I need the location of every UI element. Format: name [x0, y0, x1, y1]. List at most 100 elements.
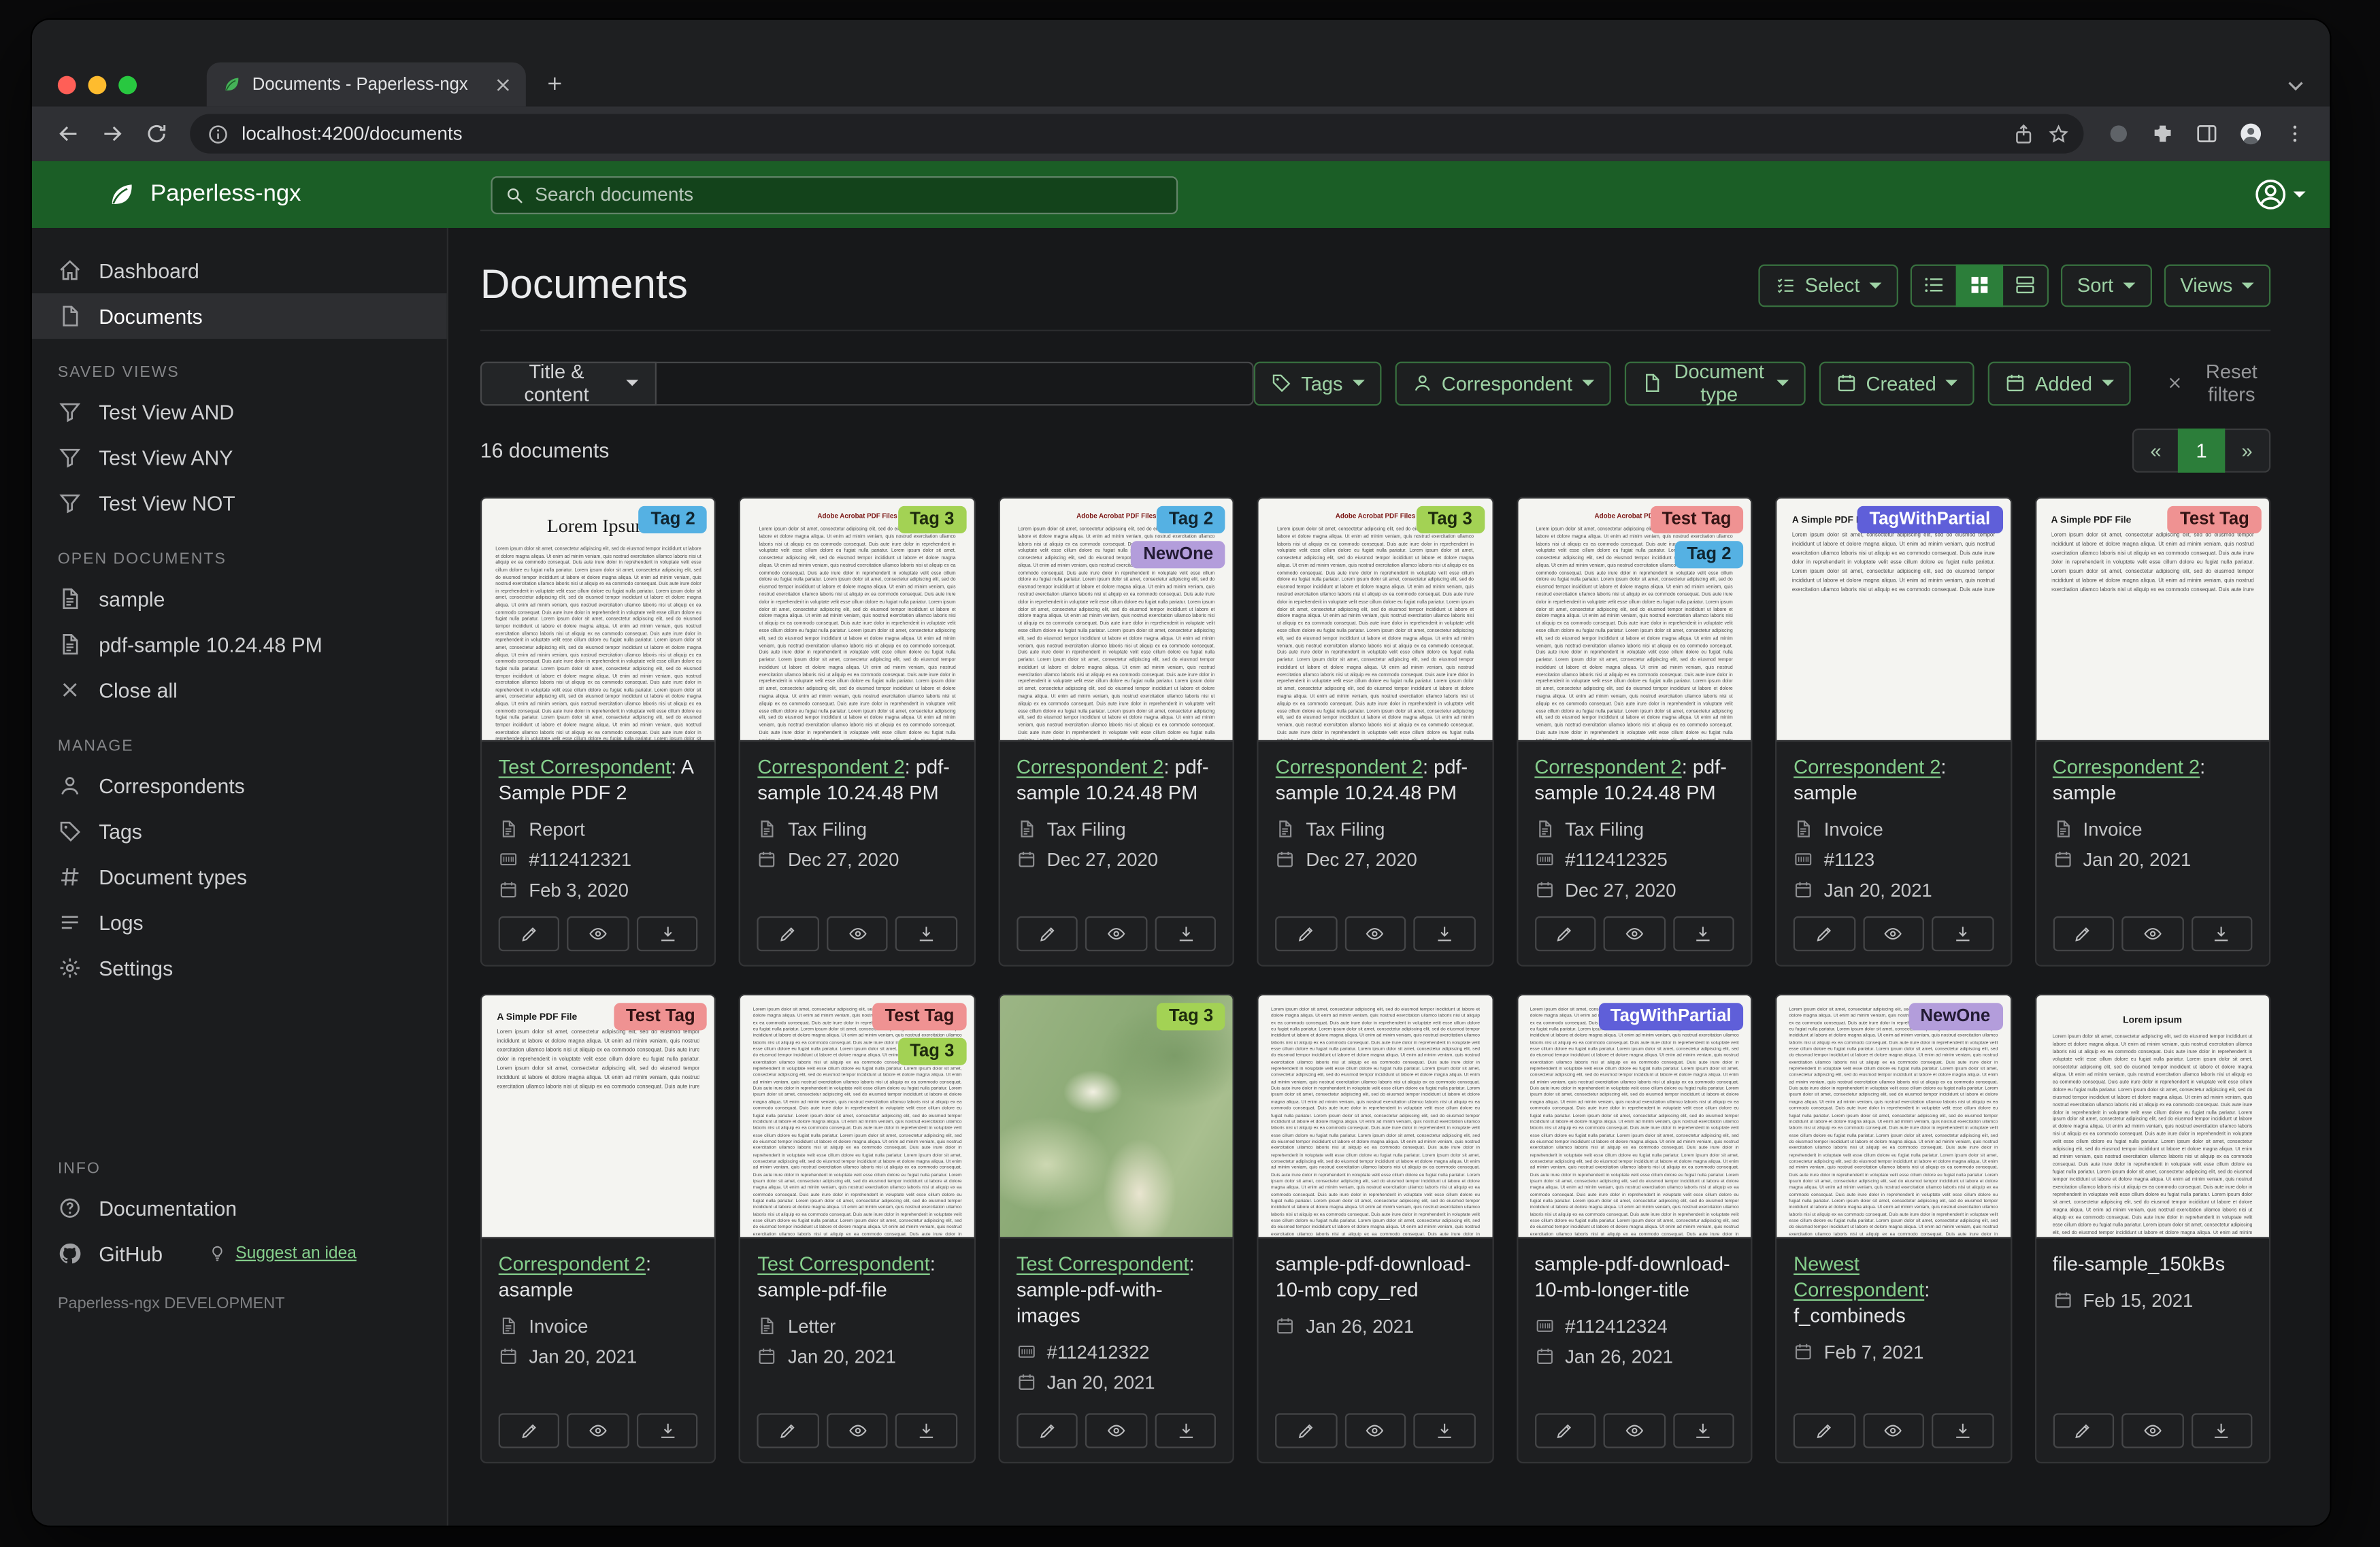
sort-button[interactable]: Sort	[2060, 264, 2151, 307]
preview-button[interactable]	[1344, 1413, 1406, 1448]
back-button[interactable]	[48, 115, 86, 153]
edit-button[interactable]	[1794, 1413, 1855, 1448]
preview-button[interactable]	[1604, 1413, 1665, 1448]
document-card[interactable]: Test TagTag 2 Adobe Acrobat PDF Files Lo…	[1517, 497, 1753, 966]
preview-button[interactable]	[1863, 1413, 1924, 1448]
correspondent-link[interactable]: Test Correspondent	[499, 755, 671, 778]
sidebar-item-documentation[interactable]: Documentation	[32, 1185, 447, 1231]
edit-button[interactable]	[499, 916, 560, 951]
search-input[interactable]	[535, 184, 1164, 205]
download-button[interactable]	[637, 916, 698, 951]
sidebar-item-saved-view-not[interactable]: Test View NOT	[32, 480, 447, 526]
document-card[interactable]: Tag 3 Adobe Acrobat PDF Files Lorem ipsu…	[740, 497, 976, 966]
preview-button[interactable]	[1863, 916, 1924, 951]
preview-button[interactable]	[827, 916, 888, 951]
download-button[interactable]	[895, 916, 957, 951]
browser-tab[interactable]: Documents - Paperless-ngx	[207, 63, 526, 107]
document-thumbnail[interactable]: Adobe Acrobat PDF Files Lorem ipsum dolo…	[1259, 499, 1492, 742]
preview-button[interactable]	[1344, 916, 1406, 951]
tab-close-icon[interactable]	[493, 73, 514, 95]
tag-badge[interactable]: Test Tag	[873, 1003, 967, 1030]
forward-button[interactable]	[93, 115, 131, 153]
filter-tags-button[interactable]: Tags	[1254, 361, 1381, 405]
share-icon[interactable]	[2012, 122, 2035, 146]
suggest-idea-link[interactable]: Suggest an idea	[208, 1244, 357, 1263]
tab-search-chevron-icon[interactable]	[2283, 73, 2309, 99]
correspondent-link[interactable]: Newest Correspondent	[1794, 1252, 1924, 1301]
document-thumbnail[interactable]: A Simple PDF File Lorem ipsum dolor sit …	[2036, 499, 2269, 742]
sidebar-item-open-doc-sample[interactable]: sample	[32, 576, 447, 622]
tag-badge[interactable]: Test Tag	[1650, 506, 1744, 533]
document-card[interactable]: Tag 2NewOne Adobe Acrobat PDF Files Lore…	[998, 497, 1234, 966]
filter-created-button[interactable]: Created	[1819, 361, 1974, 405]
tag-badge[interactable]: Tag 2	[639, 506, 708, 533]
edit-button[interactable]	[1794, 916, 1855, 951]
edit-button[interactable]	[2053, 1413, 2114, 1448]
document-card[interactable]: Test TagTag 3 Lorem ipsum dolor sit amet…	[740, 994, 976, 1463]
grid-view-button[interactable]	[1955, 264, 2002, 307]
filter-added-button[interactable]: Added	[1988, 361, 2130, 405]
extensions-icon[interactable]	[2143, 115, 2181, 153]
preview-button[interactable]	[2121, 1413, 2183, 1448]
sidebar-item-open-doc-pdf-sample[interactable]: pdf-sample 10.24.48 PM	[32, 622, 447, 667]
tag-badge[interactable]: Tag 2	[1157, 506, 1225, 533]
document-card[interactable]: TagWithPartial Lorem ipsum dolor sit ame…	[1517, 994, 1753, 1463]
side-panel-icon[interactable]	[2187, 115, 2225, 153]
document-thumbnail[interactable]: A Simple PDF File Lorem ipsum dolor sit …	[1777, 499, 2011, 742]
sidebar-item-tags[interactable]: Tags	[32, 808, 447, 854]
download-button[interactable]	[2191, 1413, 2252, 1448]
document-card[interactable]: Test Tag A Simple PDF File Lorem ipsum d…	[480, 994, 716, 1463]
preview-button[interactable]	[567, 1413, 629, 1448]
edit-button[interactable]	[1534, 1413, 1596, 1448]
list-view-button[interactable]	[1910, 264, 1957, 307]
tag-badge[interactable]: Tag 2	[1674, 541, 1743, 568]
correspondent-link[interactable]: Correspondent 2	[2053, 755, 2200, 778]
edit-button[interactable]	[1534, 916, 1596, 951]
sidebar-item-saved-view-any[interactable]: Test View ANY	[32, 435, 447, 480]
tag-badge[interactable]: TagWithPartial	[1598, 1003, 1743, 1030]
document-card[interactable]: Test Tag A Simple PDF File Lorem ipsum d…	[2034, 497, 2270, 966]
maximize-window-button[interactable]	[118, 76, 137, 95]
tag-badge[interactable]: NewOne	[1131, 541, 1225, 568]
download-button[interactable]	[1155, 916, 1216, 951]
preview-button[interactable]	[567, 916, 629, 951]
sidebar-item-document-types[interactable]: Document types	[32, 854, 447, 899]
download-button[interactable]	[1414, 916, 1475, 951]
correspondent-link[interactable]: Test Correspondent	[1017, 1252, 1189, 1276]
browser-profile-avatar[interactable]	[2231, 115, 2269, 153]
edit-button[interactable]	[1276, 1413, 1337, 1448]
download-button[interactable]	[1932, 916, 1993, 951]
download-button[interactable]	[1155, 1413, 1216, 1448]
tag-badge[interactable]: Tag 3	[897, 506, 966, 533]
select-button[interactable]: Select	[1757, 264, 1898, 307]
download-button[interactable]	[1673, 1413, 1734, 1448]
correspondent-link[interactable]: Correspondent 2	[1017, 755, 1163, 778]
pagination-next-button[interactable]: »	[2224, 429, 2270, 473]
document-card[interactable]: Lorem ipsum Lorem ipsum dolor sit amet, …	[2034, 994, 2270, 1463]
new-tab-button[interactable]	[535, 64, 574, 103]
bookmark-star-icon[interactable]	[2047, 122, 2070, 146]
document-card[interactable]: Tag 2 Lorem Ipsum Lorem ipsum dolor sit …	[480, 497, 716, 966]
correspondent-link[interactable]: Correspondent 2	[499, 1252, 646, 1276]
document-thumbnail[interactable]: Lorem ipsum dolor sit amet, consectetur …	[1259, 995, 1492, 1238]
tag-badge[interactable]: Tag 3	[1416, 506, 1485, 533]
download-button[interactable]	[2191, 916, 2252, 951]
edit-button[interactable]	[757, 1413, 819, 1448]
preview-button[interactable]	[1086, 1413, 1147, 1448]
app-brand[interactable]: Paperless-ngx	[32, 180, 448, 210]
tag-badge[interactable]: Tag 3	[897, 1038, 966, 1065]
filter-document-type-button[interactable]: Document type	[1624, 361, 1805, 405]
edit-button[interactable]	[1276, 916, 1337, 951]
preview-button[interactable]	[2121, 916, 2183, 951]
document-card[interactable]: Tag 3 Test Correspondent: sample-pdf-wit…	[998, 994, 1234, 1463]
browser-menu-icon[interactable]	[2275, 115, 2313, 153]
document-thumbnail[interactable]: A Simple PDF File Lorem ipsum dolor sit …	[482, 995, 715, 1238]
document-card[interactable]: NewOne Lorem ipsum dolor sit amet, conse…	[1775, 994, 2011, 1463]
download-button[interactable]	[1673, 916, 1734, 951]
document-card[interactable]: Lorem ipsum dolor sit amet, consectetur …	[1257, 994, 1493, 1463]
tag-badge[interactable]: NewOne	[1908, 1003, 2003, 1030]
download-button[interactable]	[1414, 1413, 1475, 1448]
sidebar-item-saved-view-and[interactable]: Test View AND	[32, 389, 447, 435]
tag-badge[interactable]: Test Tag	[2168, 506, 2262, 533]
sidebar-item-correspondents[interactable]: Correspondents	[32, 763, 447, 808]
